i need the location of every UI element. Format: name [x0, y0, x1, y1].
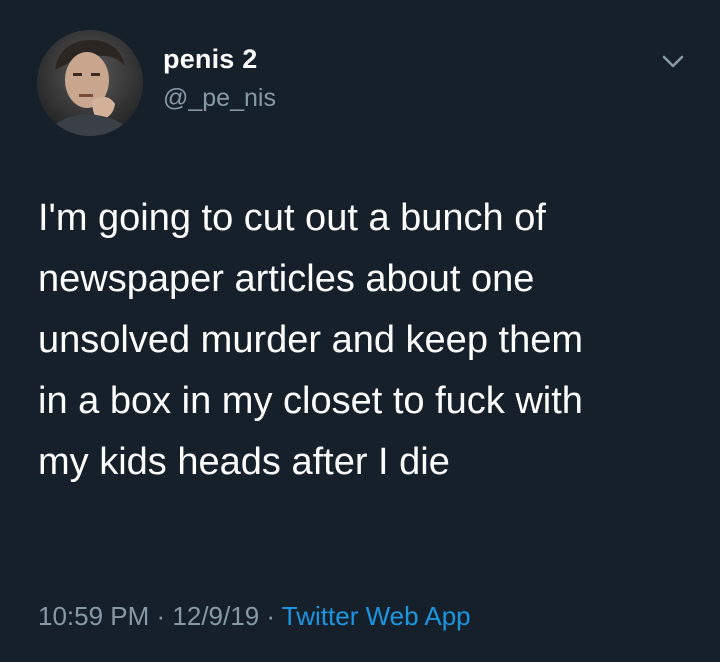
- meta-separator: ·: [259, 601, 282, 631]
- avatar[interactable]: [37, 30, 143, 136]
- display-name[interactable]: penis 2: [163, 42, 276, 76]
- profile-photo-icon: [37, 30, 143, 136]
- tweet-metadata: 10:59 PM · 12/9/19 · Twitter Web App: [38, 598, 471, 634]
- tweet-date[interactable]: 12/9/19: [172, 601, 259, 631]
- tweet-card: penis 2 @_pe_nis I'm going to cut out a …: [0, 0, 720, 662]
- tweet-source-link[interactable]: Twitter Web App: [282, 601, 471, 631]
- username-handle[interactable]: @_pe_nis: [163, 82, 276, 114]
- chevron-down-icon[interactable]: [656, 44, 690, 78]
- tweet-text: I'm going to cut out a bunch of newspape…: [38, 197, 583, 483]
- tweet-time[interactable]: 10:59 PM: [38, 601, 149, 631]
- user-info: penis 2 @_pe_nis: [163, 42, 276, 114]
- meta-separator: ·: [149, 601, 173, 631]
